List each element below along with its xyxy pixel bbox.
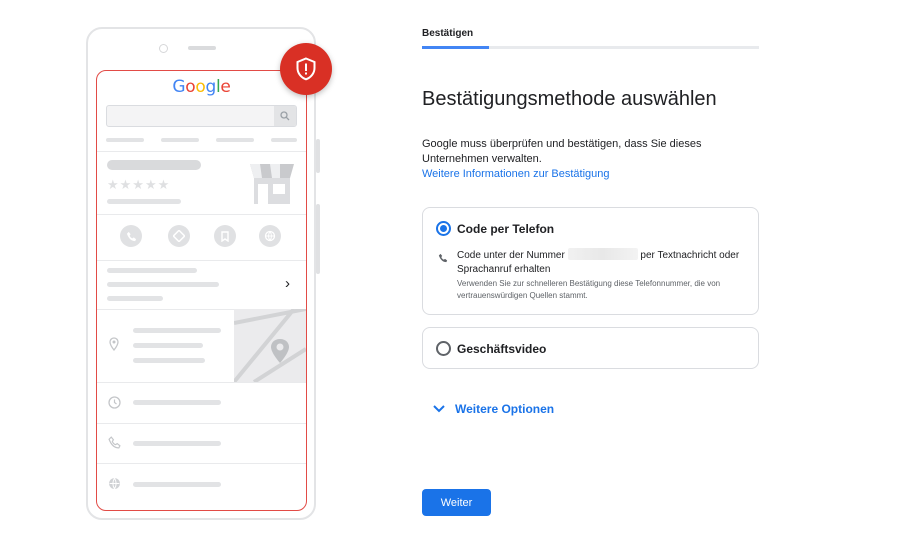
shield-alert-icon bbox=[296, 57, 316, 81]
option-detail-text: Code unter der Nummer bbox=[457, 250, 565, 261]
radio-business-video[interactable] bbox=[436, 341, 451, 356]
option-label: Geschäftsvideo bbox=[457, 342, 547, 356]
radio-phone-code[interactable] bbox=[436, 221, 451, 236]
progress-bar-fill bbox=[422, 46, 490, 49]
more-info-link[interactable]: Weitere Informationen zur Bestätigung bbox=[422, 168, 610, 180]
divider bbox=[97, 423, 306, 424]
divider bbox=[97, 463, 306, 464]
placeholder-bar bbox=[107, 160, 201, 170]
divider bbox=[97, 382, 306, 383]
phone-side-button bbox=[316, 204, 320, 274]
search-icon bbox=[274, 106, 296, 126]
more-options-toggle[interactable]: Weitere Optionen bbox=[432, 402, 554, 416]
call-icon bbox=[120, 225, 142, 247]
placeholder-bar bbox=[107, 296, 163, 301]
placeholder-bar bbox=[133, 358, 205, 363]
verification-alert-badge bbox=[280, 43, 332, 95]
progress-bar bbox=[422, 46, 759, 49]
phone-illustration: Google ★★★★★ › bbox=[86, 27, 320, 520]
placeholder-bar bbox=[133, 400, 221, 405]
placeholder-bar bbox=[107, 268, 197, 273]
description: Google muss überprüfen und bestätigen, d… bbox=[422, 138, 702, 165]
google-logo-letter: o bbox=[185, 77, 196, 97]
placeholder-bar bbox=[133, 343, 203, 348]
next-button[interactable]: Weiter bbox=[422, 489, 491, 516]
more-options-label: Weitere Optionen bbox=[455, 402, 555, 416]
option-note: Verwenden Sie zur schnelleren Bestätigun… bbox=[457, 279, 721, 300]
map-thumbnail bbox=[234, 309, 306, 382]
option-card-phone[interactable]: Code per Telefon Code unter der Nummer p… bbox=[422, 207, 759, 315]
google-logo-letter: g bbox=[205, 77, 216, 97]
phone-icon bbox=[108, 436, 121, 454]
storefront-icon bbox=[248, 162, 296, 211]
divider bbox=[97, 260, 306, 261]
google-logo: Google bbox=[97, 77, 306, 97]
directions-icon bbox=[168, 225, 190, 247]
clock-icon bbox=[108, 396, 121, 414]
divider bbox=[97, 214, 306, 215]
google-logo-letter: G bbox=[172, 77, 186, 97]
placeholder-bar bbox=[133, 482, 221, 487]
page-title: Bestätigungsmethode auswählen bbox=[422, 88, 717, 110]
globe-icon bbox=[108, 477, 121, 495]
search-bar-illustration bbox=[106, 105, 297, 127]
google-logo-letter: e bbox=[220, 77, 231, 97]
placeholder-bar bbox=[133, 441, 221, 446]
placeholder-bar bbox=[216, 138, 254, 142]
redacted-phone-number bbox=[567, 248, 638, 260]
google-logo-letter: o bbox=[195, 77, 206, 97]
globe-icon bbox=[259, 225, 281, 247]
bookmark-icon bbox=[214, 225, 236, 247]
phone-speaker bbox=[188, 46, 216, 50]
placeholder-bar bbox=[107, 282, 219, 287]
option-card-video[interactable]: Geschäftsvideo bbox=[422, 327, 759, 369]
divider bbox=[97, 151, 306, 152]
chevron-down-icon bbox=[433, 405, 445, 413]
placeholder-bar bbox=[107, 199, 181, 204]
placeholder-bar bbox=[133, 328, 221, 333]
phone-camera bbox=[159, 44, 168, 53]
phone-icon bbox=[438, 250, 448, 268]
option-detail: Code unter der Nummer per Textnachricht … bbox=[457, 248, 757, 277]
location-pin-icon bbox=[109, 337, 119, 356]
placeholder-bar bbox=[106, 138, 144, 142]
placeholder-bar bbox=[161, 138, 199, 142]
phone-side-button bbox=[316, 139, 320, 173]
rating-stars: ★★★★★ bbox=[107, 177, 171, 192]
chevron-right-icon: › bbox=[285, 275, 290, 292]
step-label: Bestätigen bbox=[422, 28, 474, 39]
phone-screen: Google ★★★★★ › bbox=[96, 70, 307, 511]
placeholder-bar bbox=[271, 138, 297, 142]
option-label: Code per Telefon bbox=[457, 222, 555, 236]
